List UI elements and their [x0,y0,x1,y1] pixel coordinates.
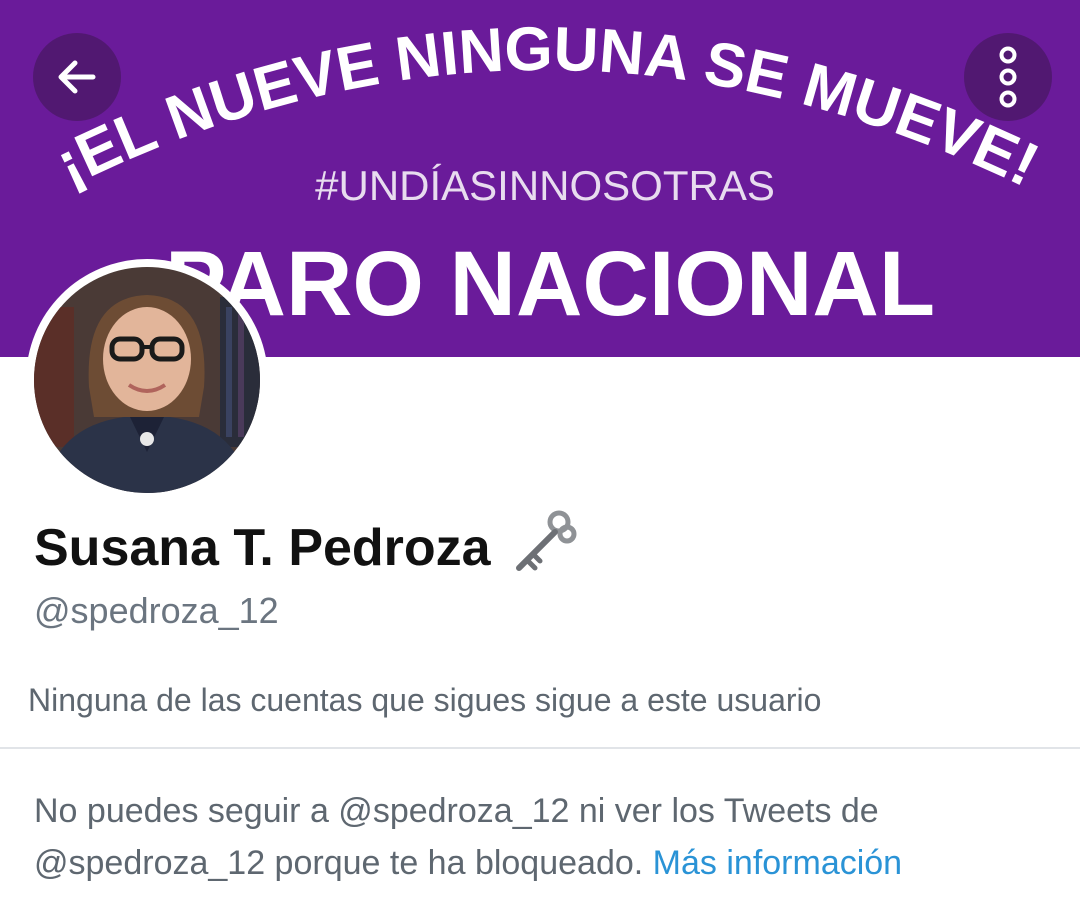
banner-hashtag: #UNDÍASINNOSOTRAS [315,162,775,209]
avatar[interactable] [26,259,268,501]
blocked-notice: No puedes seguir a @spedroza_12 ni ver l… [34,785,1054,889]
divider [0,747,1080,749]
learn-more-link[interactable]: Más información [653,844,902,882]
banner-headline: PARO NACIONAL [165,233,935,335]
profile-name-row: Susana T. Pedroza [34,506,579,589]
profile-handle: @spedroza_12 [34,590,279,631]
arrow-left-icon [58,60,96,94]
profile-name: Susana T. Pedroza [34,518,491,577]
key-icon [509,506,579,589]
vertical-dots-icon [999,46,1017,108]
back-button[interactable] [33,33,121,121]
more-options-button[interactable] [964,33,1052,121]
avatar-photo [34,267,260,493]
follow-info-text: Ninguna de las cuentas que sigues sigue … [28,682,822,718]
